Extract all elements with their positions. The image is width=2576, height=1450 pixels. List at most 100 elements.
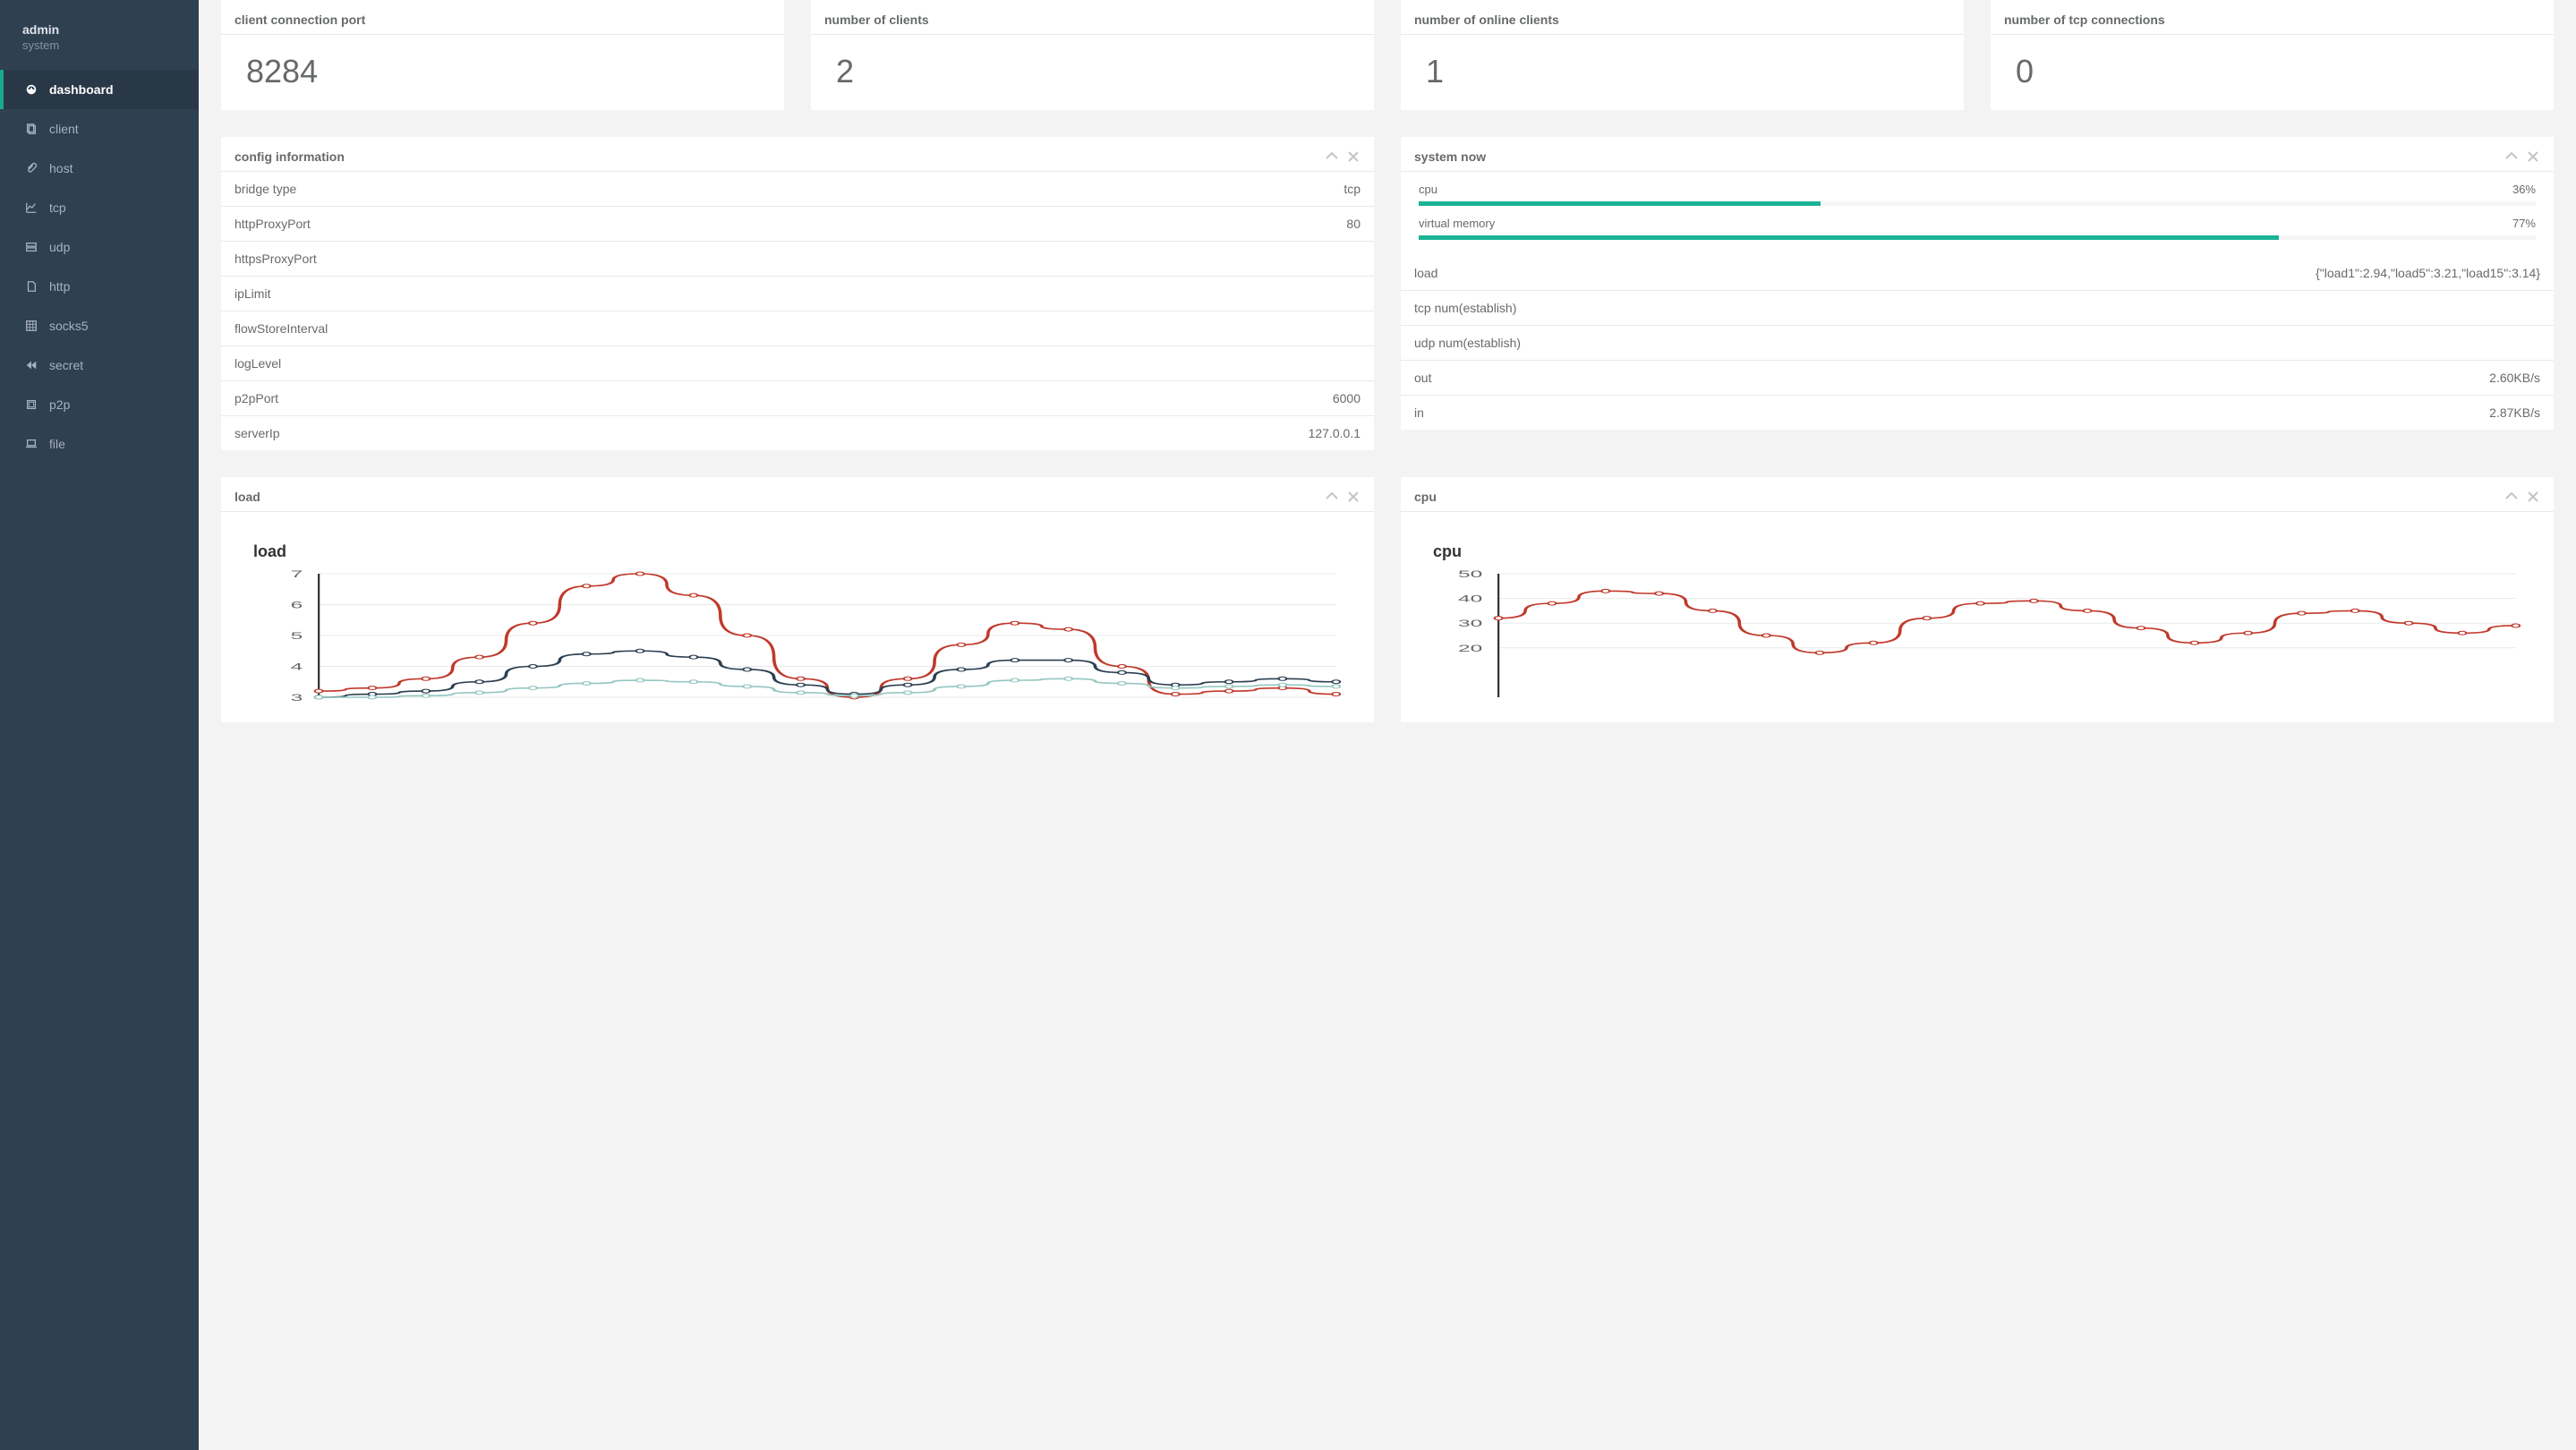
stat-title: number of tcp connections — [2004, 13, 2165, 27]
collapse-icon[interactable] — [2504, 149, 2519, 164]
sidebar-subtitle: system — [22, 38, 176, 52]
paperclip-icon — [22, 162, 40, 175]
stat-port: client connection port8284 — [221, 0, 784, 110]
nav-tcp[interactable]: tcp — [0, 188, 199, 227]
svg-text:40: 40 — [1458, 593, 1482, 604]
stat-value: 0 — [2016, 53, 2536, 90]
table-row: tcp num(establish) — [1401, 291, 2554, 326]
close-icon[interactable] — [2526, 149, 2540, 164]
nav-label: socks5 — [49, 319, 89, 333]
sys-val: {"load1":2.94,"load5":3.21,"load15":3.14… — [1801, 256, 2555, 291]
server-icon — [22, 241, 40, 253]
table-row: logLevel — [221, 346, 1374, 381]
cpu-chart-title: cpu — [1433, 542, 2536, 561]
nav-p2p[interactable]: p2p — [0, 385, 199, 424]
table-row: load{"load1":2.94,"load5":3.21,"load15":… — [1401, 256, 2554, 291]
sys-val: 2.60KB/s — [1801, 361, 2555, 396]
config-val — [917, 242, 1374, 277]
stat-clients: number of clients 2 — [811, 0, 1374, 110]
stat-tcp-conn: number of tcp connections 0 — [1991, 0, 2554, 110]
stats-row: client connection port8284number of clie… — [221, 0, 2554, 110]
collapse-icon[interactable] — [1325, 149, 1339, 164]
config-key: logLevel — [221, 346, 917, 381]
nav-label: file — [49, 437, 65, 451]
load-chart-panel: load load 34567 — [221, 477, 1374, 722]
nav-label: client — [49, 122, 79, 136]
copy-icon — [22, 123, 40, 135]
mem-pct: 77% — [2512, 217, 2536, 230]
nav-label: host — [49, 161, 73, 175]
table-row: ipLimit — [221, 277, 1374, 311]
nav-http[interactable]: http — [0, 267, 199, 306]
cpu-chart: 20 30 40 50 — [1419, 568, 2536, 703]
nav-udp[interactable]: udp — [0, 227, 199, 267]
config-table: bridge typetcphttpProxyPort80httpsProxyP… — [221, 172, 1374, 450]
dashboard-icon — [22, 83, 40, 96]
config-key: flowStoreInterval — [221, 311, 917, 346]
svg-text:50: 50 — [1458, 569, 1482, 580]
nav-client[interactable]: client — [0, 109, 199, 149]
close-icon[interactable] — [1346, 149, 1361, 164]
svg-text:3: 3 — [291, 693, 303, 703]
stat-title: number of clients — [824, 13, 929, 27]
table-row: p2pPort6000 — [221, 381, 1374, 416]
cpu-pct: 36% — [2512, 183, 2536, 196]
table-row: in2.87KB/s — [1401, 396, 2554, 431]
close-icon[interactable] — [1346, 490, 1361, 504]
config-val: 127.0.0.1 — [917, 416, 1374, 451]
nav-label: http — [49, 279, 70, 294]
load-panel-title: load — [235, 490, 260, 504]
system-now-table: load{"load1":2.94,"load5":3.21,"load15":… — [1401, 256, 2554, 430]
nav-label: tcp — [49, 200, 66, 215]
panel-tools — [2504, 490, 2540, 504]
cpu-panel-title: cpu — [1414, 490, 1437, 504]
config-val — [917, 346, 1374, 381]
config-val: 80 — [917, 207, 1374, 242]
nav-socks5[interactable]: socks5 — [0, 306, 199, 345]
nav-secret[interactable]: secret — [0, 345, 199, 385]
nav-host[interactable]: host — [0, 149, 199, 188]
collapse-icon[interactable] — [1325, 490, 1339, 504]
sys-val: 2.87KB/s — [1801, 396, 2555, 431]
config-panel: config information bridge typetcphttpPro… — [221, 137, 1374, 450]
nav-label: udp — [49, 240, 70, 254]
sys-val — [1801, 291, 2555, 326]
table-row: bridge typetcp — [221, 172, 1374, 207]
table-row: out2.60KB/s — [1401, 361, 2554, 396]
panel-tools — [2504, 149, 2540, 164]
stat-value: 2 — [836, 53, 1356, 90]
sys-key: tcp num(establish) — [1401, 291, 1801, 326]
cpu-chart-panel: cpu cpu 20 30 40 50 — [1401, 477, 2554, 722]
system-now-title: system now — [1414, 149, 1486, 164]
collapse-icon[interactable] — [2504, 490, 2519, 504]
config-key: p2pPort — [221, 381, 917, 416]
load-chart: 34567 — [239, 568, 1356, 703]
grid-icon — [22, 320, 40, 332]
svg-text:20: 20 — [1458, 644, 1482, 654]
table-row: httpsProxyPort — [221, 242, 1374, 277]
load-chart-title: load — [253, 542, 1356, 561]
sys-key: udp num(establish) — [1401, 326, 1801, 361]
config-val — [917, 277, 1374, 311]
close-icon[interactable] — [2526, 490, 2540, 504]
config-val: tcp — [917, 172, 1374, 207]
table-row: httpProxyPort80 — [221, 207, 1374, 242]
panel-tools — [1325, 149, 1361, 164]
svg-text:30: 30 — [1458, 618, 1482, 629]
stat-title: client connection port — [235, 13, 365, 27]
config-key: ipLimit — [221, 277, 917, 311]
config-key: bridge type — [221, 172, 917, 207]
nav-file[interactable]: file — [0, 424, 199, 464]
stat-title: number of online clients — [1414, 13, 1559, 27]
nav-label: secret — [49, 358, 83, 372]
config-key: httpsProxyPort — [221, 242, 917, 277]
stat-online: number of online clients1 — [1401, 0, 1964, 110]
sidebar-title: admin — [22, 22, 176, 37]
panel-tools — [1325, 490, 1361, 504]
linechart-icon — [22, 201, 40, 214]
config-val — [917, 311, 1374, 346]
rewind-icon — [22, 359, 40, 371]
sys-val — [1801, 326, 2555, 361]
nav-dashboard[interactable]: dashboard — [0, 70, 199, 109]
config-title: config information — [235, 149, 345, 164]
